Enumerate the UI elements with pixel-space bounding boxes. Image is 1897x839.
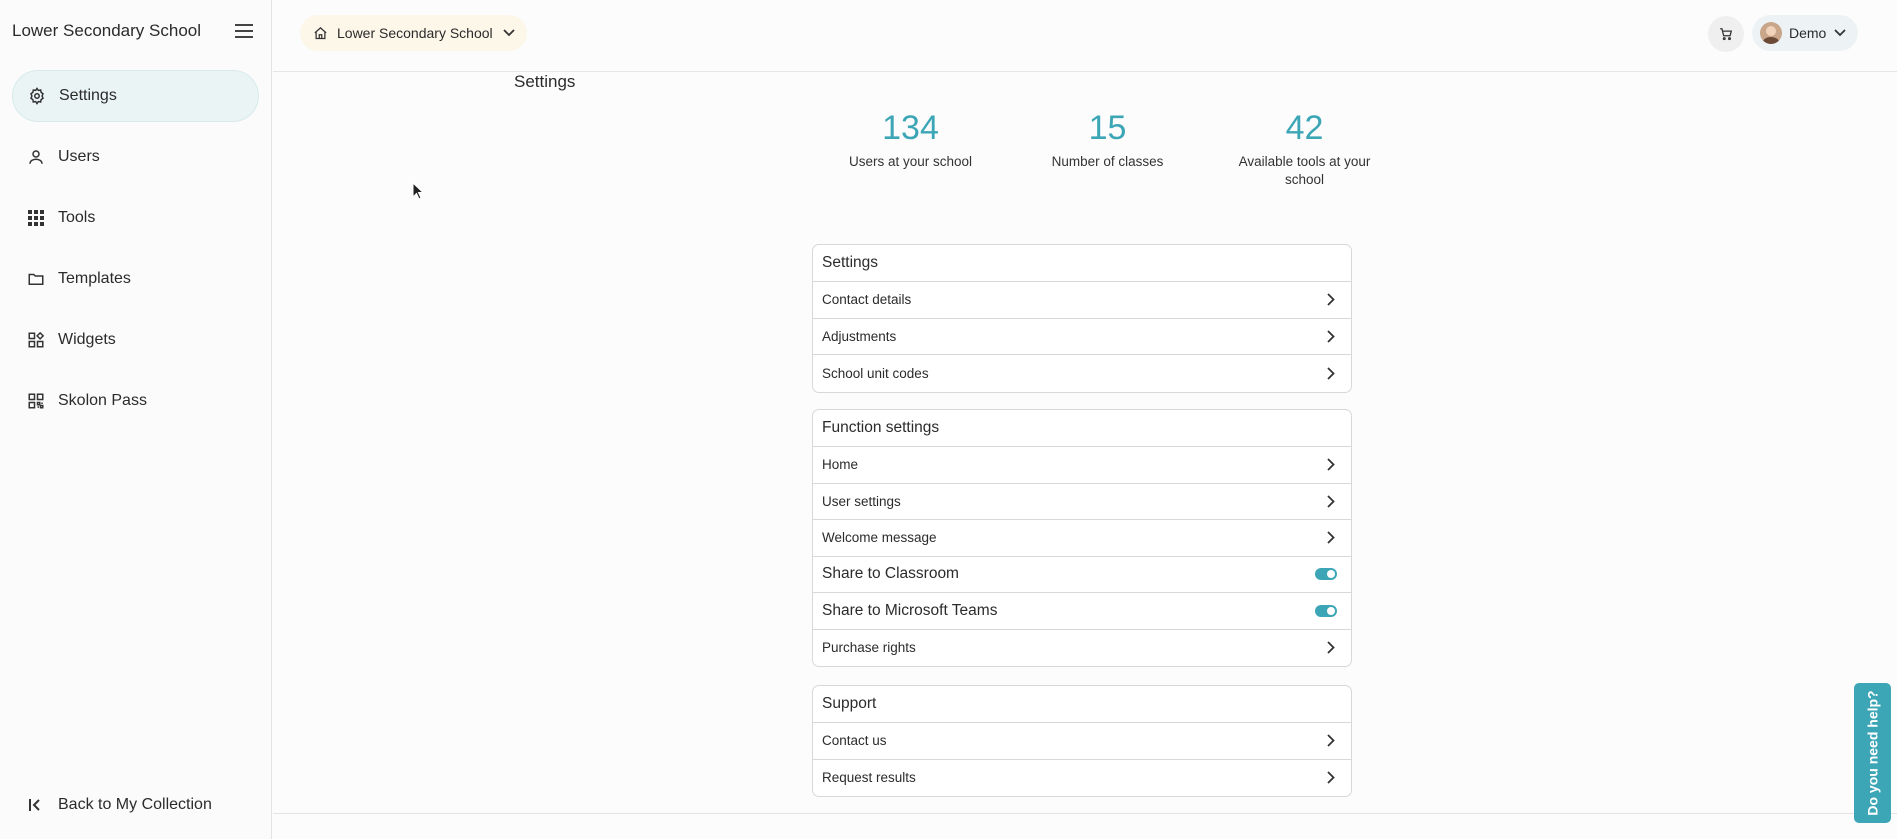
cart-button[interactable] (1708, 16, 1744, 52)
stat-value: 42 (1285, 109, 1324, 147)
sidebar-item-label: Templates (58, 270, 131, 287)
chevron-down-icon (503, 29, 515, 37)
row-label: Contact details (822, 292, 912, 308)
row-label: Request results (822, 770, 916, 786)
card-heading: Function settings (813, 410, 1351, 447)
help-tab-button[interactable]: Do you need help? (1854, 683, 1891, 823)
share-to-teams-row: Share to Microsoft Teams (813, 593, 1351, 630)
card-heading: Settings (813, 245, 1351, 282)
row-label: Welcome message (822, 530, 937, 546)
user-name: Demo (1789, 25, 1827, 41)
folder-icon (26, 269, 46, 289)
home-row[interactable]: Home (813, 447, 1351, 484)
adjustments-row[interactable]: Adjustments (813, 319, 1351, 355)
row-label: School unit codes (822, 365, 929, 381)
sidebar-title: Lower Secondary School (12, 21, 202, 40)
row-label: User settings (822, 493, 901, 509)
sidebar-item-widgets[interactable]: Widgets (12, 314, 259, 366)
share-to-teams-toggle[interactable] (1315, 604, 1337, 617)
settings-card: Settings Contact details Adjustments Sch… (812, 244, 1352, 393)
sidebar-item-skolon-pass[interactable]: Skolon Pass (12, 375, 259, 427)
stats-row: 134 Users at your school 15 Number of cl… (812, 106, 1403, 189)
school-select-dropdown[interactable]: Lower Secondary School (300, 15, 527, 51)
sidebar-item-tools[interactable]: Tools (12, 192, 259, 244)
school-unit-codes-row[interactable]: School unit codes (813, 355, 1351, 392)
contact-details-row[interactable]: Contact details (813, 282, 1351, 319)
back-to-collection-button[interactable]: Back to My Collection (12, 785, 212, 825)
share-to-classroom-toggle[interactable] (1315, 568, 1337, 581)
stat-value: 134 (882, 109, 939, 147)
card-heading: Support (813, 686, 1351, 723)
sidebar-item-label: Widgets (58, 331, 116, 348)
avatar (1760, 22, 1782, 44)
sidebar-item-templates[interactable]: Templates (12, 253, 259, 305)
stat-classes: 15 Number of classes (1009, 106, 1206, 189)
school-select-label: Lower Secondary School (337, 25, 493, 41)
mouse-cursor-icon (412, 181, 425, 205)
home-icon (312, 25, 328, 41)
share-to-classroom-row: Share to Classroom (813, 557, 1351, 593)
chevron-right-icon (1324, 641, 1338, 655)
sidebar-header: Lower Secondary School (0, 0, 271, 62)
user-icon (26, 147, 46, 167)
sidebar-item-label: Tools (58, 209, 96, 226)
stat-value: 15 (1088, 109, 1127, 147)
request-results-row[interactable]: Request results (813, 760, 1351, 797)
chevron-right-icon (1324, 531, 1338, 545)
row-label: Home (822, 457, 859, 473)
row-label: Share to Microsoft Teams (822, 601, 998, 619)
page-title: Settings (514, 72, 576, 91)
topbar: Lower Secondary School Demo (273, 0, 1897, 72)
chevron-right-icon (1324, 293, 1338, 307)
qr-code-icon (26, 391, 46, 411)
help-tab-label: Do you need help? (1864, 690, 1881, 816)
gear-icon (27, 86, 47, 106)
welcome-message-row[interactable]: Welcome message (813, 520, 1351, 557)
stat-tools: 42 Available tools at your school (1206, 106, 1403, 189)
grid-icon (26, 208, 46, 228)
purchase-rights-row[interactable]: Purchase rights (813, 630, 1351, 667)
sidebar-item-label: Settings (59, 87, 117, 104)
chevron-down-icon (1834, 29, 1846, 37)
user-settings-row[interactable]: User settings (813, 484, 1351, 520)
stat-label: Users at your school (848, 154, 973, 169)
row-label: Share to Classroom (822, 565, 959, 583)
chevron-right-icon (1324, 366, 1338, 380)
row-label: Contact us (822, 733, 887, 749)
chevron-right-icon (1324, 494, 1338, 508)
chevron-right-icon (1324, 734, 1338, 748)
function-settings-card: Function settings Home User settings Wel… (812, 409, 1352, 667)
back-to-collection-label: Back to My Collection (58, 796, 212, 813)
sidebar-item-label: Users (58, 148, 100, 165)
stat-label: Available tools at your school (1238, 154, 1371, 187)
support-card: Support Contact us Request results (812, 685, 1352, 797)
collapse-left-icon (26, 795, 46, 815)
chevron-right-icon (1324, 329, 1338, 343)
user-menu-button[interactable]: Demo (1752, 15, 1859, 51)
sidebar-nav: Settings Users Tools Templates Widgets S… (0, 62, 271, 427)
sidebar: Lower Secondary School Settings Users To… (0, 0, 272, 839)
chevron-right-icon (1324, 771, 1338, 785)
sidebar-item-users[interactable]: Users (12, 131, 259, 183)
stat-users: 134 Users at your school (812, 106, 1009, 189)
row-label: Adjustments (822, 328, 897, 344)
cart-icon (1719, 27, 1733, 41)
hamburger-menu-icon[interactable] (229, 16, 259, 46)
sidebar-item-label: Skolon Pass (58, 392, 147, 409)
stat-label: Number of classes (1051, 154, 1164, 169)
row-label: Purchase rights (822, 640, 916, 656)
widgets-icon (26, 330, 46, 350)
sidebar-item-settings[interactable]: Settings (12, 70, 259, 122)
contact-us-row[interactable]: Contact us (813, 723, 1351, 760)
footer-divider (273, 813, 1897, 814)
chevron-right-icon (1324, 458, 1338, 472)
